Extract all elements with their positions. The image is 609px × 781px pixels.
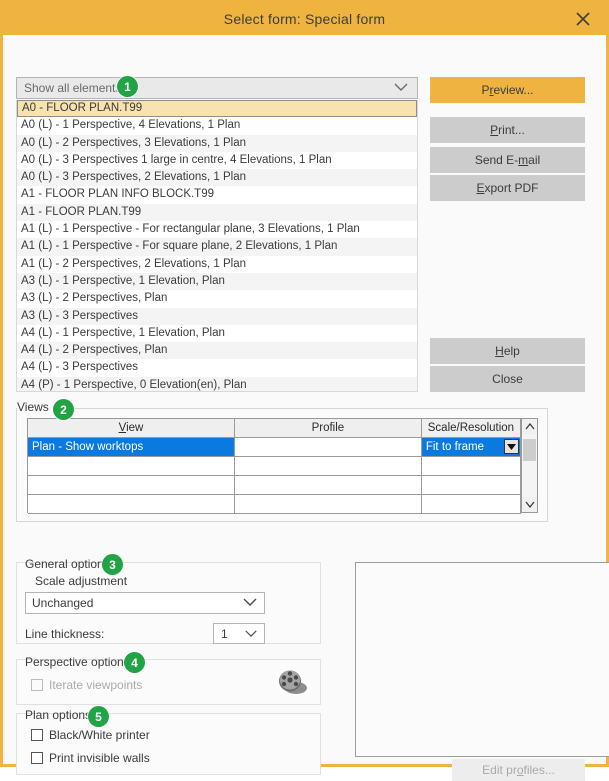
list-item[interactable]: A1 (L) - 2 Perspectives, 2 Elevations, 1… <box>17 256 417 273</box>
list-item[interactable]: A4 (L) - 2 Perspectives, Plan <box>17 342 417 359</box>
close-icon[interactable] <box>562 3 604 35</box>
list-item[interactable]: A1 (L) - 1 Perspective - For rectangular… <box>17 221 417 238</box>
scale-resolution-cell[interactable] <box>421 495 520 514</box>
close-button[interactable]: Close <box>430 366 585 392</box>
list-item[interactable]: A4 (L) - 3 Perspectives <box>17 359 417 376</box>
callout-badge-4: 4 <box>124 652 145 673</box>
title-bar: Select form: Special form <box>3 3 606 35</box>
line-thickness-value: 1 <box>214 627 228 641</box>
view-cell[interactable] <box>28 476 234 495</box>
plan-options-title: Plan options <box>25 708 91 722</box>
views-table-body: Plan - Show worktops Fit to frame <box>28 438 521 514</box>
scale-adjustment-value: Unchanged <box>26 596 93 610</box>
dialog-body: Show all elements 1 A0 - FLOOR PLAN.T99A… <box>3 35 606 764</box>
views-table: ViewProfileScale/Resolution Plan - Show … <box>28 419 521 514</box>
chevron-up-icon[interactable] <box>522 419 537 434</box>
views-table-scrollbar[interactable] <box>521 419 537 512</box>
edit-profiles-button: Edit profiles... <box>452 759 585 781</box>
film-reel-icon <box>275 666 309 698</box>
profile-cell[interactable] <box>234 476 421 495</box>
forms-list[interactable]: A0 - FLOOR PLAN.T99A0 (L) - 1 Perspectiv… <box>16 100 418 392</box>
views-column-header[interactable]: View <box>28 419 234 438</box>
table-row[interactable]: Plan - Show worktops Fit to frame <box>28 438 521 457</box>
callout-badge-3: 3 <box>102 554 123 575</box>
views-column-header[interactable]: Profile <box>234 419 421 438</box>
print-invisible-walls-label: Print invisible walls <box>49 751 150 765</box>
export-pdf-button[interactable]: Export PDF <box>430 175 585 201</box>
callout-badge-2: 2 <box>53 399 74 420</box>
preview-area <box>355 562 609 757</box>
line-thickness-dropdown[interactable]: 1 <box>213 623 265 644</box>
list-item[interactable]: A4 (P) - 1 Perspective, 0 Elevation(en),… <box>17 377 417 392</box>
list-item[interactable]: A1 (L) - 1 Perspective - For square plan… <box>17 238 417 255</box>
checkbox-box <box>31 679 43 691</box>
profile-cell[interactable] <box>234 495 421 514</box>
black-white-printer-checkbox[interactable]: Black/White printer <box>31 728 150 742</box>
iterate-viewpoints-checkbox: Iterate viewpoints <box>31 678 142 692</box>
views-table-header-row: ViewProfileScale/Resolution <box>28 419 521 438</box>
list-item[interactable]: A0 (L) - 3 Perspectives 1 large in centr… <box>17 152 417 169</box>
list-item[interactable]: A0 (L) - 1 Perspective, 4 Elevations, 1 … <box>17 117 417 134</box>
print-button[interactable]: Print... <box>430 117 585 143</box>
chevron-down-icon <box>244 627 258 641</box>
callout-badge-1: 1 <box>117 76 138 97</box>
list-item[interactable]: A0 (L) - 3 Perspectives, 2 Elevations, 1… <box>17 169 417 186</box>
element-filter-dropdown[interactable]: Show all elements <box>16 77 418 99</box>
scale-adjustment-dropdown[interactable]: Unchanged <box>25 592 265 614</box>
list-item[interactable]: A3 (L) - 1 Perspective, 1 Elevation, Pla… <box>17 273 417 290</box>
view-cell[interactable]: Plan - Show worktops <box>28 438 234 457</box>
list-item[interactable]: A3 (L) - 3 Perspectives <box>17 308 417 325</box>
scrollbar-thumb[interactable] <box>523 439 536 461</box>
list-item[interactable]: A1 - FLOOR PLAN.T99 <box>17 204 417 221</box>
checkbox-box <box>31 729 43 741</box>
list-item[interactable]: A1 - FLOOR PLAN INFO BLOCK.T99 <box>17 186 417 203</box>
table-row[interactable] <box>28 457 521 476</box>
send-email-button[interactable]: Send E-mail <box>430 147 585 173</box>
scrollbar-track[interactable] <box>522 434 537 497</box>
print-invisible-walls-checkbox[interactable]: Print invisible walls <box>31 751 150 765</box>
preview-button[interactable]: Preview... <box>430 77 585 103</box>
dialog-window: Select form: Special form Show all eleme… <box>0 0 609 767</box>
checkbox-box <box>31 752 43 764</box>
dialog-title: Select form: Special form <box>224 11 385 27</box>
line-thickness-label: Line thickness: <box>25 627 104 641</box>
view-cell[interactable] <box>28 457 234 476</box>
general-options-title: General options <box>25 557 110 571</box>
scale-resolution-cell[interactable] <box>421 457 520 476</box>
iterate-viewpoints-label: Iterate viewpoints <box>49 678 142 692</box>
views-group: ViewProfileScale/Resolution Plan - Show … <box>16 408 548 522</box>
list-item[interactable]: A0 - FLOOR PLAN.T99 <box>17 100 417 117</box>
view-cell[interactable] <box>28 495 234 514</box>
views-group-label: Views <box>17 400 52 414</box>
black-white-printer-label: Black/White printer <box>49 728 150 742</box>
profile-cell[interactable] <box>234 457 421 476</box>
chevron-down-icon[interactable] <box>522 497 537 512</box>
list-item[interactable]: A0 (L) - 2 Perspectives, 3 Elevations, 1… <box>17 135 417 152</box>
callout-badge-5: 5 <box>88 706 109 727</box>
views-table-container: ViewProfileScale/Resolution Plan - Show … <box>27 418 538 513</box>
element-filter-value: Show all elements <box>17 81 121 95</box>
perspective-options-title: Perspective options <box>25 655 130 669</box>
table-row[interactable] <box>28 495 521 514</box>
chevron-down-icon <box>242 596 258 610</box>
views-column-header[interactable]: Scale/Resolution <box>421 419 520 438</box>
scale-resolution-cell[interactable] <box>421 476 520 495</box>
help-button[interactable]: Help <box>430 338 585 364</box>
dropdown-arrow-icon[interactable] <box>504 439 519 454</box>
plan-options-group <box>16 713 321 775</box>
table-row[interactable] <box>28 476 521 495</box>
chevron-down-icon <box>393 81 409 95</box>
list-item[interactable]: A4 (L) - 1 Perspective, 1 Elevation, Pla… <box>17 325 417 342</box>
profile-cell[interactable] <box>234 438 421 457</box>
scale-resolution-cell[interactable]: Fit to frame <box>421 438 520 457</box>
list-item[interactable]: A3 (L) - 2 Perspectives, Plan <box>17 290 417 307</box>
scale-adjustment-label: Scale adjustment <box>35 574 127 588</box>
